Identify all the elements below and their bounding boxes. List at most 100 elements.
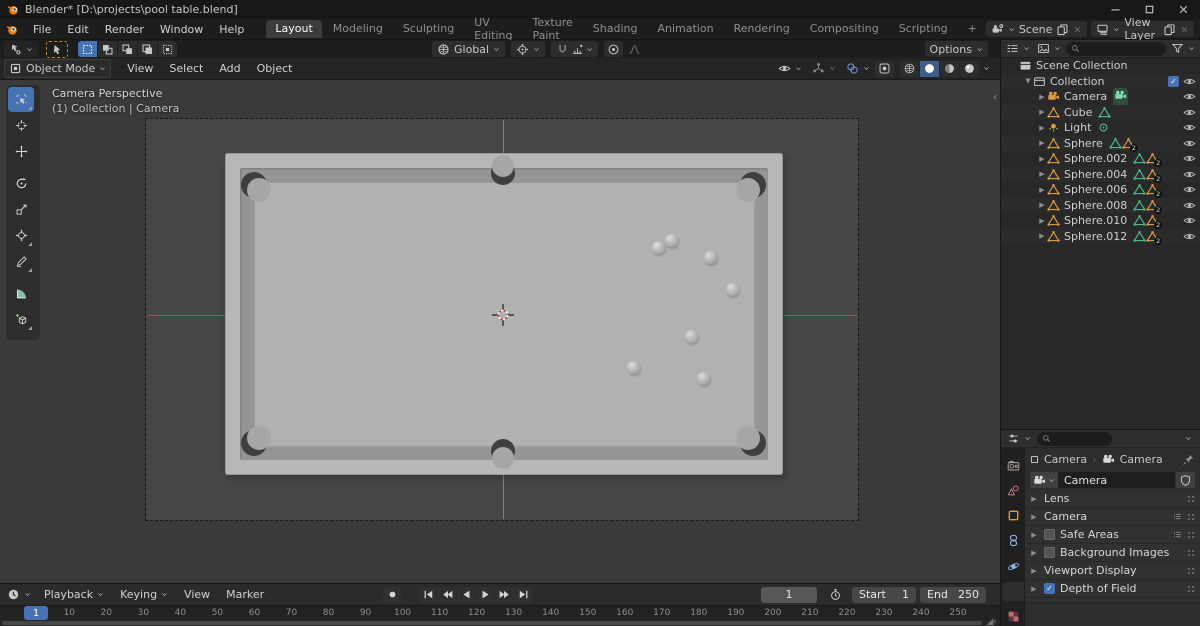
disclosure-right-icon[interactable]: ▶: [1029, 495, 1039, 503]
disclosure-right-icon[interactable]: ▶: [1029, 585, 1039, 593]
pivot-point-dropdown[interactable]: [511, 41, 546, 57]
select-subtract-button[interactable]: [118, 41, 137, 57]
jump-to-start-button[interactable]: [419, 586, 437, 603]
timeline-ruler[interactable]: 1 10 20 30 40 50 60 70 80 90 100 110 120 130 140 150 16…: [0, 605, 1000, 620]
hide-eye-icon[interactable]: [1183, 183, 1196, 196]
menu-file[interactable]: File: [25, 23, 59, 36]
prev-keyframe-button[interactable]: [438, 586, 456, 603]
hide-eye-icon[interactable]: [1183, 90, 1196, 103]
disclosure-right-icon[interactable]: ▶: [1037, 124, 1047, 132]
outliner-row-camera[interactable]: ▶ Camera: [1001, 87, 1200, 106]
datablock-name-input[interactable]: Camera: [1058, 472, 1175, 488]
pin-icon[interactable]: [1182, 453, 1195, 466]
outliner-row-sphere[interactable]: ▶ Sphere 2: [1001, 135, 1200, 152]
new-view-layer-icon[interactable]: [1163, 23, 1176, 36]
outliner-row-sphere-004[interactable]: ▶ Sphere.004 2: [1001, 166, 1200, 183]
disclosure-right-icon[interactable]: ▶: [1029, 513, 1039, 521]
snap-target-icon[interactable]: [571, 43, 584, 56]
breadcrumb-data[interactable]: Camera: [1120, 453, 1163, 466]
properties-tab-constraint[interactable]: [1002, 532, 1024, 550]
sidebar-toggle[interactable]: ‹: [993, 92, 997, 103]
hide-eye-icon[interactable]: [1183, 214, 1196, 227]
editor-type-dropdown[interactable]: [4, 587, 34, 603]
corner-widget[interactable]: ◢‹: [986, 617, 997, 626]
disclosure-right-icon[interactable]: ▶: [1037, 139, 1047, 147]
viewport-menu-view[interactable]: View: [119, 62, 161, 75]
panel-checkbox[interactable]: [1044, 529, 1055, 540]
mode-dropdown[interactable]: Object Mode: [4, 59, 112, 78]
mesh-users-badge[interactable]: 2: [1146, 152, 1163, 168]
next-keyframe-button[interactable]: [495, 586, 513, 603]
panel-background-images[interactable]: ▶ Background Images: [1025, 544, 1200, 562]
tool-add-cube-button[interactable]: [8, 307, 34, 332]
outliner-row-sphere-008[interactable]: ▶ Sphere.008 2: [1001, 197, 1200, 214]
properties-tab-physics[interactable]: [1002, 557, 1024, 575]
select-extend-button[interactable]: [98, 41, 117, 57]
panel-camera[interactable]: ▶ Camera: [1025, 508, 1200, 526]
outliner-row-sphere-010[interactable]: ▶ Sphere.010 2: [1001, 213, 1200, 230]
hide-eye-icon[interactable]: [1183, 121, 1196, 134]
breadcrumb-object[interactable]: Camera: [1044, 453, 1087, 466]
properties-tab-texture[interactable]: [1002, 608, 1024, 626]
properties-tab-object[interactable]: [1002, 507, 1024, 525]
tool-annotate-button[interactable]: [8, 249, 34, 274]
panel-depth-of-field[interactable]: ▶ ✓ Depth of Field: [1025, 580, 1200, 598]
current-frame-field[interactable]: 1: [761, 586, 817, 603]
disclosure-right-icon[interactable]: ▶: [1037, 201, 1047, 209]
proportional-edit-toggle[interactable]: [604, 41, 624, 57]
viewport-menu-add[interactable]: Add: [211, 62, 248, 75]
disclosure-right-icon[interactable]: ▶: [1037, 170, 1047, 178]
hide-eye-icon[interactable]: [1183, 199, 1196, 212]
pool-ball[interactable]: [703, 250, 717, 264]
shading-solid-button[interactable]: [920, 60, 939, 77]
panel-viewport-display[interactable]: ▶ Viewport Display: [1025, 562, 1200, 580]
select-invert-button[interactable]: [138, 41, 157, 57]
new-scene-icon[interactable]: [1056, 23, 1069, 36]
filter-funnel-dropdown[interactable]: [1169, 41, 1197, 57]
hide-eye-icon[interactable]: [1183, 75, 1196, 88]
pool-ball[interactable]: [651, 240, 665, 254]
select-set-button[interactable]: [78, 41, 97, 57]
close-button[interactable]: [1166, 0, 1200, 19]
stopwatch-icon[interactable]: [829, 588, 842, 601]
mesh-users-badge[interactable]: 2: [1146, 183, 1163, 199]
pool-ball[interactable]: [626, 360, 640, 374]
hide-eye-icon[interactable]: [1183, 137, 1196, 150]
collection-checkbox[interactable]: ✓: [1168, 75, 1179, 87]
grip-icon[interactable]: [1187, 549, 1196, 556]
properties-tab-render[interactable]: [1002, 456, 1024, 474]
workspace-tab-compositing[interactable]: Compositing: [801, 20, 888, 38]
panel-safe-areas[interactable]: ▶ Safe Areas: [1025, 526, 1200, 544]
outliner-row-cube[interactable]: ▶ Cube: [1001, 104, 1200, 120]
tool-scale-button[interactable]: [8, 197, 34, 222]
disclosure-right-icon[interactable]: ▶: [1029, 549, 1039, 557]
overlays-dropdown[interactable]: [841, 61, 875, 77]
workspace-tab-layout[interactable]: Layout: [266, 20, 322, 38]
hide-eye-icon[interactable]: [1183, 152, 1196, 165]
grip-icon[interactable]: [1187, 567, 1196, 574]
remove-view-layer-icon[interactable]: [1180, 25, 1189, 34]
viewport-menu-object[interactable]: Object: [249, 62, 301, 75]
mesh-users-badge[interactable]: 2: [1146, 230, 1163, 245]
properties-search-input[interactable]: [1037, 431, 1112, 446]
visibility-dropdown[interactable]: [773, 61, 807, 77]
hide-eye-icon[interactable]: [1183, 168, 1196, 181]
fake-user-button[interactable]: [1176, 472, 1195, 488]
panel-checkbox[interactable]: ✓: [1044, 583, 1055, 594]
workspace-tab-rendering[interactable]: Rendering: [725, 20, 799, 38]
properties-options-chevron-icon[interactable]: [1185, 435, 1192, 442]
gizmo-dropdown[interactable]: [807, 61, 841, 77]
panel-lens[interactable]: ▶ Lens: [1025, 490, 1200, 508]
disclosure-down-icon[interactable]: ▼: [1023, 77, 1033, 85]
view-layer-selector[interactable]: View Layer: [1091, 16, 1194, 42]
grip-icon[interactable]: [1187, 585, 1196, 592]
frame-start-field[interactable]: Start 1: [852, 586, 916, 603]
camera-data-active-badge[interactable]: [1113, 87, 1129, 106]
hide-eye-icon[interactable]: [1183, 230, 1196, 243]
mesh-users-badge[interactable]: 2: [1146, 168, 1163, 183]
menu-render[interactable]: Render: [97, 23, 152, 36]
timeline-scrollbar[interactable]: ◢‹: [0, 617, 1000, 626]
scrollbar-thumb[interactable]: [2, 621, 982, 625]
disclosure-right-icon[interactable]: ▶: [1037, 232, 1047, 240]
active-tool-dropdown[interactable]: [4, 41, 38, 57]
